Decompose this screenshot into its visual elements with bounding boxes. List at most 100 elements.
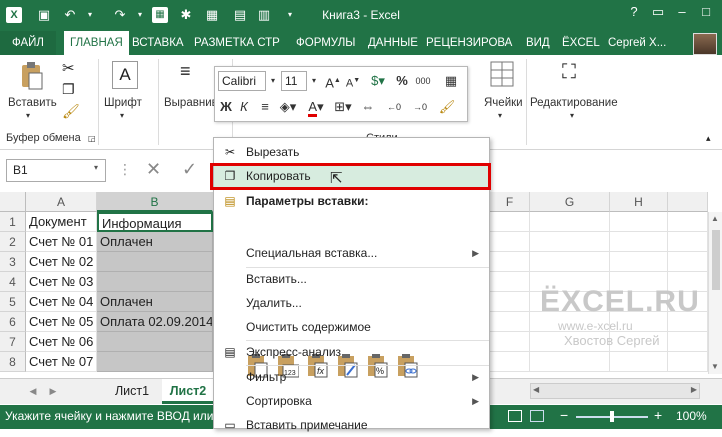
thousands-button[interactable]: 000: [413, 71, 433, 91]
zoom-in-icon[interactable]: +: [654, 407, 662, 423]
empty-cell[interactable]: [610, 352, 668, 372]
decrease-font-icon[interactable]: A▼: [345, 71, 361, 91]
increase-font-icon[interactable]: A▲: [325, 71, 341, 91]
row-header[interactable]: 4: [0, 272, 26, 292]
column-header[interactable]: F: [490, 192, 530, 212]
copy-icon[interactable]: ❐: [62, 81, 75, 98]
cell-b[interactable]: [97, 332, 213, 352]
cell-a[interactable]: Счет № 02: [26, 252, 97, 272]
cell-a[interactable]: Счет № 04: [26, 292, 97, 312]
row-header[interactable]: 3: [0, 252, 26, 272]
bold-button[interactable]: Ж: [219, 97, 233, 117]
editing-dropdown-icon[interactable]: ▾: [570, 111, 574, 120]
editing-group-label[interactable]: Редактирование: [530, 97, 618, 109]
row-header[interactable]: 7: [0, 332, 26, 352]
empty-cell[interactable]: [490, 352, 530, 372]
next-sheet-icon[interactable]: ▶: [46, 379, 60, 404]
column-header[interactable]: H: [610, 192, 668, 212]
empty-cell[interactable]: [490, 332, 530, 352]
cells-dropdown-icon[interactable]: ▾: [498, 111, 502, 120]
decrease-decimal-icon[interactable]: →0: [409, 97, 431, 117]
empty-cell[interactable]: [610, 252, 668, 272]
cell-a[interactable]: Счет № 06: [26, 332, 97, 352]
column-header[interactable]: G: [530, 192, 610, 212]
scroll-right-icon[interactable]: ▶: [691, 385, 697, 394]
scroll-thumb[interactable]: [712, 230, 720, 290]
binoculars-icon[interactable]: ⛶: [562, 61, 576, 84]
tab-data[interactable]: ДАННЫЕ: [362, 31, 424, 55]
cell-b[interactable]: Информация: [97, 212, 213, 232]
font-name-field[interactable]: Calibri: [218, 71, 266, 91]
empty-cell[interactable]: [530, 352, 610, 372]
empty-cell[interactable]: [668, 352, 708, 372]
select-all-corner[interactable]: [0, 192, 26, 212]
tab-view[interactable]: ВИД: [520, 31, 556, 55]
cell-b[interactable]: [97, 272, 213, 292]
tab-file[interactable]: ФАЙЛ: [0, 31, 56, 55]
increase-decimal-icon[interactable]: ←0: [383, 97, 405, 117]
cell-a[interactable]: Счет № 01: [26, 232, 97, 252]
empty-cell[interactable]: [490, 272, 530, 292]
cancel-edit-icon[interactable]: ✕: [146, 159, 161, 180]
ribbon-display-icon[interactable]: ▭: [648, 4, 668, 20]
tab-excel-addin[interactable]: ЁXCEL: [556, 31, 606, 55]
tab-home[interactable]: ГЛАВНАЯ: [64, 31, 129, 55]
font-name-dropdown-icon[interactable]: ▾: [267, 71, 279, 91]
font-icon[interactable]: A: [112, 61, 138, 89]
maximize-icon[interactable]: □: [696, 4, 716, 19]
cell-b[interactable]: Оплачен: [97, 292, 213, 312]
sheet-tab-active[interactable]: Лист2: [162, 379, 214, 404]
row-header[interactable]: 5: [0, 292, 26, 312]
cell-b[interactable]: [97, 352, 213, 372]
name-box-dropdown-icon[interactable]: ▾: [94, 163, 98, 172]
prev-sheet-icon[interactable]: ◀: [26, 379, 40, 404]
scroll-up-icon[interactable]: ▲: [711, 214, 719, 223]
merge-center-icon[interactable]: ⇔: [359, 97, 377, 117]
align-center-icon[interactable]: ≡: [257, 97, 273, 117]
italic-button[interactable]: К: [237, 97, 251, 117]
format-painter-mini-icon[interactable]: 🖌: [437, 97, 457, 117]
cell-b[interactable]: Оплата 02.09.2014: [97, 312, 213, 332]
user-name[interactable]: Сергей Х...: [608, 31, 666, 55]
menu-item-insert-comment[interactable]: ▭ Вставить примечание: [214, 414, 489, 437]
tab-formulas[interactable]: ФОРМУЛЫ: [290, 31, 361, 55]
cell-b[interactable]: [97, 252, 213, 272]
empty-cell[interactable]: [610, 212, 668, 232]
empty-cell[interactable]: [668, 212, 708, 232]
column-header-selected[interactable]: B: [97, 192, 213, 212]
menu-item-quick-analysis[interactable]: ▤ Экспресс-анализ: [214, 341, 489, 364]
tab-page-layout[interactable]: РАЗМЕТКА СТР: [188, 31, 286, 55]
paste-icon[interactable]: [20, 61, 44, 91]
minimize-icon[interactable]: ‒: [672, 4, 692, 19]
cell-a[interactable]: Счет № 07: [26, 352, 97, 372]
percent-button[interactable]: %: [395, 71, 409, 91]
tab-review[interactable]: РЕЦЕНЗИРОВА: [420, 31, 518, 55]
scroll-down-icon[interactable]: ▼: [711, 362, 719, 371]
column-header[interactable]: A: [26, 192, 97, 212]
paste-button-label[interactable]: Вставить: [8, 97, 57, 109]
format-painter-icon[interactable]: 🖌: [62, 103, 80, 120]
empty-cell[interactable]: [490, 292, 530, 312]
number-format-icon[interactable]: $▾: [367, 71, 389, 91]
zoom-level[interactable]: 100%: [676, 409, 707, 423]
cells-icon[interactable]: [490, 61, 514, 87]
empty-cell[interactable]: [530, 212, 610, 232]
fill-color-icon[interactable]: ◈▾: [277, 97, 299, 117]
empty-cell[interactable]: [490, 212, 530, 232]
scroll-left-icon[interactable]: ◀: [533, 385, 539, 394]
cell-a[interactable]: Документ: [26, 212, 97, 232]
cell-a[interactable]: Счет № 03: [26, 272, 97, 292]
align-icon[interactable]: ≡: [180, 61, 191, 82]
page-layout-view-icon[interactable]: [530, 410, 544, 422]
menu-item-paste-special[interactable]: Специальная вставка... ▶: [214, 242, 489, 265]
name-box[interactable]: B1: [6, 159, 106, 182]
menu-item-sort[interactable]: Сортировка ▶: [214, 390, 489, 413]
font-color-icon[interactable]: A▾: [305, 97, 327, 117]
row-header[interactable]: 1: [0, 212, 26, 232]
tab-insert[interactable]: ВСТАВКА: [126, 31, 190, 55]
normal-view-icon[interactable]: [508, 410, 522, 422]
horizontal-scrollbar[interactable]: ◀ ▶: [530, 383, 700, 399]
zoom-slider-thumb[interactable]: [610, 411, 614, 422]
paste-dropdown-icon[interactable]: ▾: [26, 111, 30, 120]
empty-cell[interactable]: [490, 232, 530, 252]
